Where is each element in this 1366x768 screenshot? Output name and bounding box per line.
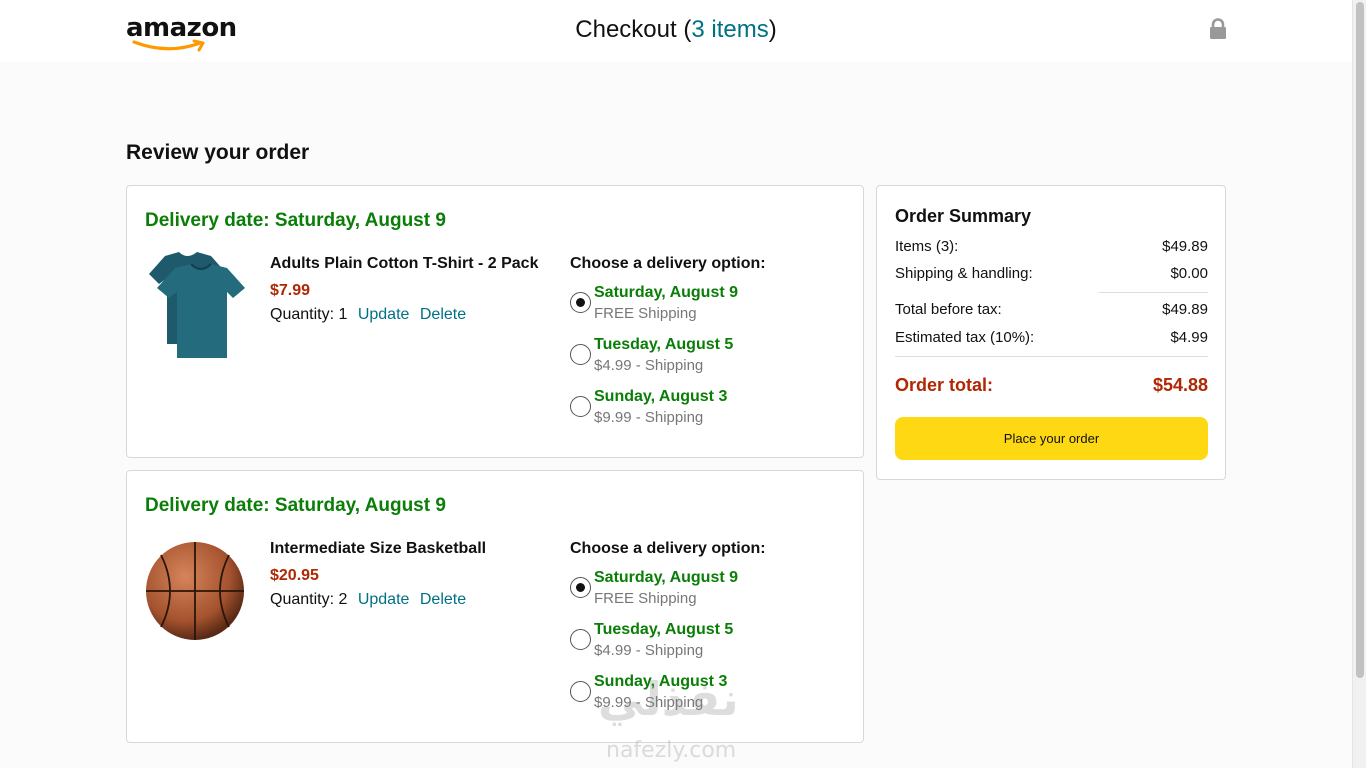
order-summary-panel: Order Summary Items (3): $49.89 Shipping… — [876, 185, 1226, 480]
order-summary-title: Order Summary — [895, 206, 1032, 226]
update-quantity-link[interactable]: Update — [358, 591, 410, 608]
order-total-label: Order total: — [895, 375, 994, 395]
summary-shipping-label: Shipping & handling: — [895, 265, 1033, 282]
page-title: Review your order — [126, 141, 310, 164]
product-title: Intermediate Size Basketball — [270, 540, 487, 557]
delete-item-link[interactable]: Delete — [420, 591, 466, 608]
delivery-option-date: Sunday, August 3 — [594, 388, 728, 405]
summary-subtotal-divider — [1099, 292, 1208, 293]
delivery-option[interactable]: Saturday, August 9 FREE Shipping — [570, 282, 830, 326]
product-price: $20.95 — [270, 567, 319, 584]
product-title: Adults Plain Cotton T-Shirt - 2 Pack — [270, 255, 539, 272]
delivery-option-date: Tuesday, August 5 — [594, 336, 734, 353]
delivery-option-shipping: $9.99 - Shipping — [594, 694, 704, 711]
page-scrollbar[interactable] — [1352, 0, 1366, 768]
scrollbar-thumb[interactable] — [1356, 2, 1364, 678]
delivery-option-radio[interactable] — [570, 577, 591, 598]
delivery-option-radio[interactable] — [570, 681, 591, 702]
delivery-option-radio[interactable] — [570, 629, 591, 650]
delivery-options-heading: Choose a delivery option: — [570, 255, 766, 272]
checkout-items-link[interactable]: 3 items — [691, 16, 768, 43]
product-price: $7.99 — [270, 282, 311, 299]
place-order-button[interactable]: Place your order — [895, 417, 1208, 460]
summary-items-row: Items (3): $49.89 — [895, 238, 1208, 255]
delivery-option[interactable]: Sunday, August 3 $9.99 - Shipping — [570, 671, 830, 715]
summary-before-tax-value: $49.89 — [1162, 301, 1208, 318]
checkout-title-suffix: ) — [768, 16, 777, 43]
lock-icon — [1210, 18, 1226, 39]
delete-item-link[interactable]: Delete — [420, 306, 466, 323]
order-item-card: Delivery date: Saturday, August 9 Interm… — [126, 470, 864, 743]
delivery-options-heading: Choose a delivery option: — [570, 540, 766, 557]
checkout-title-prefix: Checkout ( — [575, 16, 692, 43]
summary-items-value: $49.89 — [1162, 238, 1208, 255]
quantity-label: Quantity: 1 — [270, 306, 348, 323]
quantity-row: Quantity: 1 Update Delete — [270, 306, 466, 324]
basketball-product-image — [146, 542, 244, 640]
delivery-option-radio[interactable] — [570, 344, 591, 365]
delivery-option-date: Tuesday, August 5 — [594, 621, 734, 638]
summary-total-divider — [895, 356, 1208, 357]
delivery-option-shipping: FREE Shipping — [594, 590, 697, 607]
delivery-option-radio[interactable] — [570, 292, 591, 313]
order-total-row: Order total: $54.88 — [895, 375, 1208, 396]
order-total-value: $54.88 — [1152, 375, 1208, 395]
summary-tax-row: Estimated tax (10%): $4.99 — [895, 329, 1208, 346]
summary-items-label: Items (3): — [895, 238, 959, 255]
delivery-option-date: Sunday, August 3 — [594, 673, 728, 690]
delivery-option[interactable]: Sunday, August 3 $9.99 - Shipping — [570, 386, 830, 430]
summary-tax-value: $4.99 — [1170, 329, 1208, 346]
order-item-card: Delivery date: Saturday, August 9 Adults… — [126, 185, 864, 458]
summary-tax-label: Estimated tax (10%): — [895, 329, 1035, 346]
quantity-row: Quantity: 2 Update Delete — [270, 591, 466, 609]
summary-before-tax-label: Total before tax: — [895, 301, 1002, 318]
delivery-option[interactable]: Tuesday, August 5 $4.99 - Shipping — [570, 619, 830, 663]
summary-before-tax-row: Total before tax: $49.89 — [895, 301, 1208, 318]
delivery-option-radio[interactable] — [570, 396, 591, 417]
tshirt-product-image — [149, 252, 245, 358]
summary-shipping-value: $0.00 — [1170, 265, 1208, 282]
delivery-option-shipping: FREE Shipping — [594, 305, 697, 322]
checkout-header: amazon Checkout (3 items) — [0, 0, 1352, 62]
delivery-option-shipping: $4.99 - Shipping — [594, 357, 704, 374]
delivery-date-heading: Delivery date: Saturday, August 9 — [145, 495, 446, 516]
delivery-option-date: Saturday, August 9 — [594, 284, 739, 301]
delivery-option[interactable]: Saturday, August 9 FREE Shipping — [570, 567, 830, 611]
update-quantity-link[interactable]: Update — [358, 306, 410, 323]
delivery-date-heading: Delivery date: Saturday, August 9 — [145, 210, 446, 231]
quantity-label: Quantity: 2 — [270, 591, 348, 608]
delivery-option-date: Saturday, August 9 — [594, 569, 739, 586]
checkout-title: Checkout (3 items) — [0, 16, 1352, 44]
delivery-option[interactable]: Tuesday, August 5 $4.99 - Shipping — [570, 334, 830, 378]
delivery-option-shipping: $4.99 - Shipping — [594, 642, 704, 659]
summary-shipping-row: Shipping & handling: $0.00 — [895, 265, 1208, 282]
delivery-option-shipping: $9.99 - Shipping — [594, 409, 704, 426]
